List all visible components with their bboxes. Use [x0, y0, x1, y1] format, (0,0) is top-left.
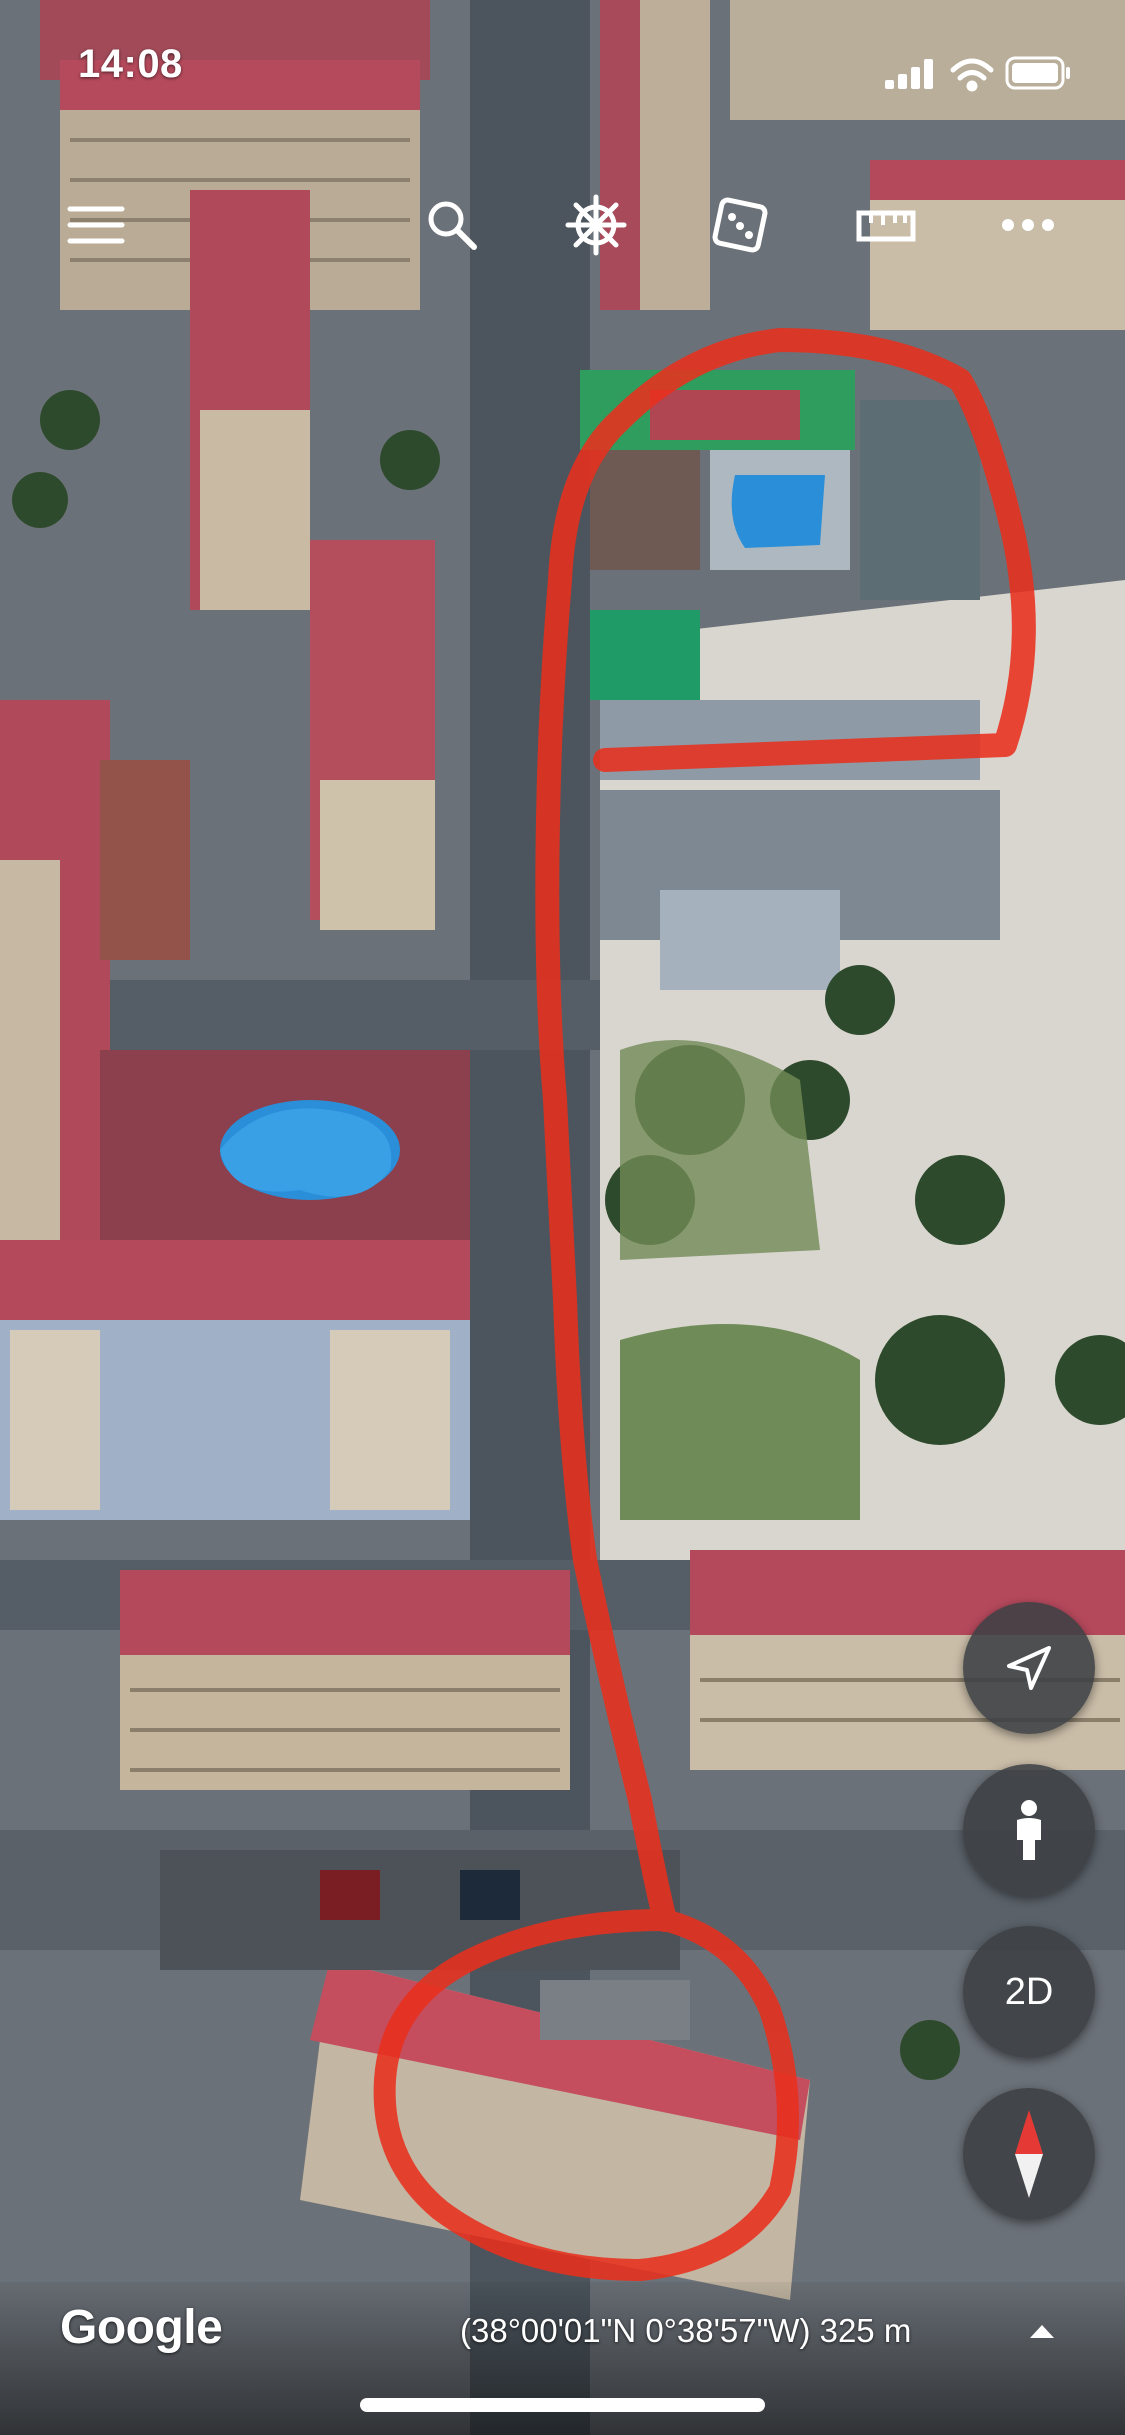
search-icon	[428, 201, 477, 250]
navigation-arrow-icon	[1007, 1646, 1051, 1690]
coordinates-readout: (38°00'01"N 0°38'57"W) 325 m	[460, 2312, 912, 2349]
cellular-signal-icon	[885, 59, 933, 89]
my-location-button[interactable]	[963, 1602, 1095, 1734]
voyager-wheel-icon	[565, 194, 627, 256]
ruler-icon	[856, 210, 916, 242]
measure-button[interactable]	[846, 185, 926, 265]
view-mode-toggle[interactable]: 2D	[963, 1926, 1095, 2058]
more-button[interactable]	[988, 185, 1068, 265]
pegman-icon	[1017, 1800, 1041, 1860]
chevron-up-icon	[1030, 2325, 1054, 2338]
satellite-map[interactable]	[0, 0, 1125, 2435]
home-indicator[interactable]	[360, 2398, 765, 2412]
google-logo: Google	[60, 2301, 223, 2354]
more-icon	[1002, 219, 1054, 231]
menu-button[interactable]	[56, 185, 136, 265]
status-time: 14:08	[78, 42, 183, 86]
view-mode-label: 2D	[1004, 1970, 1054, 2013]
wifi-icon	[950, 58, 994, 92]
dice-icon	[712, 197, 768, 253]
search-button[interactable]	[412, 185, 492, 265]
voyager-button[interactable]	[556, 185, 636, 265]
menu-icon	[67, 206, 125, 244]
expand-info-button[interactable]	[1022, 2316, 1062, 2346]
compass-icon	[1015, 2110, 1043, 2198]
street-view-button[interactable]	[963, 1764, 1095, 1896]
battery-icon	[1005, 56, 1070, 90]
compass-button[interactable]	[963, 2088, 1095, 2220]
status-icons	[885, 56, 1070, 92]
feeling-lucky-button[interactable]	[700, 185, 780, 265]
